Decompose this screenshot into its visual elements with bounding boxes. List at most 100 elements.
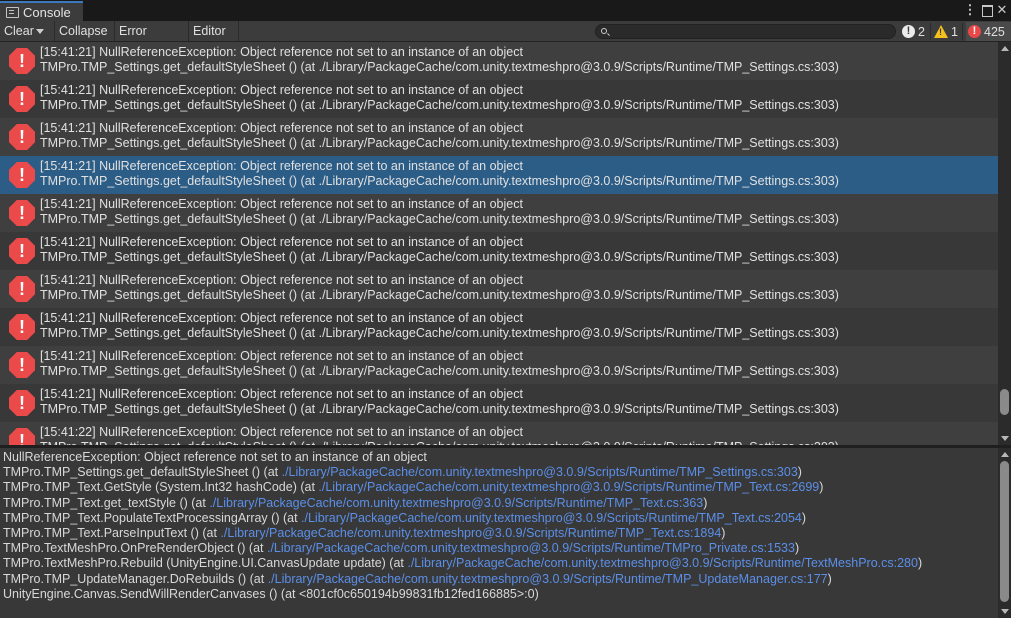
log-message: [15:41:21] NullReferenceException: Objec… [40, 159, 523, 173]
log-entry[interactable]: ! [15:41:21] NullReferenceException: Obje… [0, 384, 998, 422]
stack-trace-text: TMPro.TMP_Text.PopulateTextProcessingArr… [3, 510, 302, 525]
warning-icon: ! [934, 25, 948, 38]
stack-trace-text: TMPro.TMP_Text.GetStyle (System.Int32 ha… [3, 480, 319, 495]
detail-scrollbar[interactable] [998, 448, 1011, 618]
source-file-link[interactable]: ./Library/PackageCache/com.unity.textmes… [301, 511, 802, 525]
log-entry[interactable]: ! [15:41:21] NullReferenceException: Obje… [0, 194, 998, 232]
stack-trace-text: TMPro.TextMeshPro.Rebuild (UnityEngine.U… [3, 556, 408, 571]
log-entry[interactable]: ! [15:41:21] NullReferenceException: Obje… [0, 80, 998, 118]
stack-trace-line: TMPro.TextMeshPro.OnPreRenderObject () (… [3, 541, 799, 555]
stack-trace-suffix: ) [827, 571, 832, 586]
log-stack-summary: TMPro.TMP_Settings.get_defaultStyleSheet… [40, 402, 839, 416]
stack-trace-text: TMPro.TMP_Text.get_textStyle () (at [3, 495, 210, 510]
error-icon: ! [9, 276, 35, 302]
info-icon: ! [902, 25, 915, 38]
log-stack-summary: TMPro.TMP_Settings.get_defaultStyleSheet… [40, 98, 839, 112]
stack-trace-line: TMPro.TMP_Text.ParseInputText () (at ./L… [3, 526, 725, 540]
error-icon: ! [9, 86, 35, 112]
log-message: [15:41:21] NullReferenceException: Objec… [40, 387, 523, 401]
scroll-up-icon[interactable] [1001, 452, 1009, 457]
log-message: [15:41:21] NullReferenceException: Objec… [40, 197, 523, 211]
log-message: [15:41:22] NullReferenceException: Objec… [40, 425, 523, 439]
log-stack-summary: TMPro.TMP_Settings.get_defaultStyleSheet… [40, 212, 839, 226]
log-count-toggle[interactable]: ! 2 [902, 22, 925, 41]
log-message: [15:41:21] NullReferenceException: Objec… [40, 235, 523, 249]
error-icon: ! [9, 390, 35, 416]
source-file-link[interactable]: ./Library/PackageCache/com.unity.textmes… [407, 556, 918, 570]
stack-trace-suffix: ) [797, 465, 802, 480]
source-file-link[interactable]: ./Library/PackageCache/com.unity.textmes… [282, 465, 798, 479]
log-count: 2 [918, 24, 925, 39]
stack-trace-line: TMPro.TMP_Text.get_textStyle () (at ./Li… [3, 496, 707, 510]
error-icon: ! [9, 162, 35, 188]
log-entry[interactable]: ! [15:41:22] NullReferenceException: Obje… [0, 422, 998, 445]
scroll-thumb[interactable] [1000, 389, 1009, 415]
stack-trace-suffix: ) [917, 556, 923, 571]
stack-trace-line: TMPro.TMP_Text.PopulateTextProcessingArr… [3, 511, 806, 525]
error-icon: ! [9, 238, 35, 264]
more-options-icon[interactable]: ⋮ [963, 2, 977, 18]
scroll-thumb[interactable] [1000, 461, 1009, 602]
console-icon [6, 6, 19, 18]
source-file-link[interactable]: ./Library/PackageCache/com.unity.textmes… [268, 572, 828, 586]
warning-count-toggle[interactable]: ! 1 [934, 22, 958, 41]
stack-trace-line: TMPro.TMP_Settings.get_defaultStyleSheet… [3, 465, 802, 479]
stack-trace-text: UnityEngine.Canvas.SendWillRenderCanvase… [3, 586, 539, 601]
error-count: 425 [984, 24, 1005, 39]
log-entry[interactable]: ! [15:41:21] NullReferenceException: Obje… [0, 308, 998, 346]
stack-trace-suffix: ) [801, 510, 807, 525]
chevron-down-icon[interactable] [35, 29, 44, 35]
source-file-link[interactable]: ./Library/PackageCache/com.unity.textmes… [267, 541, 795, 555]
tab-label: Console [23, 4, 71, 20]
scroll-down-icon[interactable] [1001, 436, 1009, 441]
divider [930, 23, 931, 40]
log-stack-summary: TMPro.TMP_Settings.get_defaultStyleSheet… [40, 326, 839, 340]
stack-trace-line: UnityEngine.Canvas.SendWillRenderCanvase… [3, 587, 539, 601]
editor-dropdown[interactable]: Editor [189, 21, 239, 55]
log-message: [15:41:21] NullReferenceException: Objec… [40, 349, 523, 363]
stack-trace-text: TMPro.TMP_Settings.get_defaultStyleSheet… [3, 465, 282, 480]
maximize-icon[interactable] [980, 2, 994, 18]
error-pause-toggle[interactable]: Error Pause [115, 21, 189, 58]
scroll-down-icon[interactable] [1001, 609, 1009, 614]
scroll-up-icon[interactable] [1001, 46, 1009, 51]
error-icon: ! [9, 428, 35, 445]
stack-trace-text: NullReferenceException: Object reference… [3, 450, 427, 464]
search-input[interactable] [595, 24, 896, 39]
log-stack-summary: TMPro.TMP_Settings.get_defaultStyleSheet… [40, 136, 839, 150]
log-stack-summary: TMPro.TMP_Settings.get_defaultStyleSheet… [40, 174, 839, 188]
source-file-link[interactable]: ./Library/PackageCache/com.unity.textmes… [220, 526, 721, 540]
log-entry[interactable]: ! [15:41:21] NullReferenceException: Obje… [0, 118, 998, 156]
stack-trace-text: TMPro.TMP_Text.ParseInputText () (at [3, 526, 221, 540]
divider [962, 23, 963, 40]
error-count-toggle[interactable]: ! 425 [966, 22, 1011, 41]
tab-console[interactable]: Console [0, 1, 83, 21]
warning-count: 1 [951, 24, 958, 39]
log-message: [15:41:21] NullReferenceException: Objec… [40, 83, 523, 97]
log-stack-summary: TMPro.TMP_Settings.get_defaultStyleSheet… [40, 364, 839, 378]
log-entry[interactable]: ! [15:41:21] NullReferenceException: Obje… [0, 232, 998, 270]
source-file-link[interactable]: ./Library/PackageCache/com.unity.textmes… [318, 480, 819, 494]
window-tab-bar: Console ⋮ ✕ [0, 0, 1011, 21]
clear-label: Clear [4, 24, 34, 38]
log-entry[interactable]: ! [15:41:21] NullReferenceException: Obje… [0, 156, 998, 194]
error-icon: ! [9, 48, 35, 74]
error-icon: ! [9, 352, 35, 378]
stack-trace-line: TMPro.TextMeshPro.Rebuild (UnityEngine.U… [3, 556, 922, 570]
log-message: [15:41:21] NullReferenceException: Objec… [40, 311, 523, 325]
log-entry[interactable]: ! [15:41:21] NullReferenceException: Obje… [0, 270, 998, 308]
source-file-link[interactable]: ./Library/PackageCache/com.unity.textmes… [209, 496, 703, 510]
stack-trace-suffix: ) [703, 495, 708, 510]
log-list[interactable]: ! [15:41:21] NullReferenceException: Obje… [0, 42, 998, 445]
stack-trace-text: TMPro.TMP_UpdateManager.DoRebuilds () (a… [3, 571, 268, 586]
log-list-scrollbar[interactable] [998, 42, 1011, 445]
log-message: [15:41:21] NullReferenceException: Objec… [40, 273, 523, 287]
clear-button[interactable]: Clear [0, 21, 55, 41]
collapse-toggle[interactable]: Collapse [55, 21, 115, 41]
log-message: [15:41:21] NullReferenceException: Objec… [40, 121, 523, 135]
close-icon[interactable]: ✕ [995, 2, 1009, 18]
stack-trace-line: NullReferenceException: Object reference… [3, 450, 427, 464]
log-entry[interactable]: ! [15:41:21] NullReferenceException: Obje… [0, 42, 998, 80]
log-stack-summary: TMPro.TMP_Settings.get_defaultStyleSheet… [40, 288, 839, 302]
log-entry[interactable]: ! [15:41:21] NullReferenceException: Obje… [0, 346, 998, 384]
